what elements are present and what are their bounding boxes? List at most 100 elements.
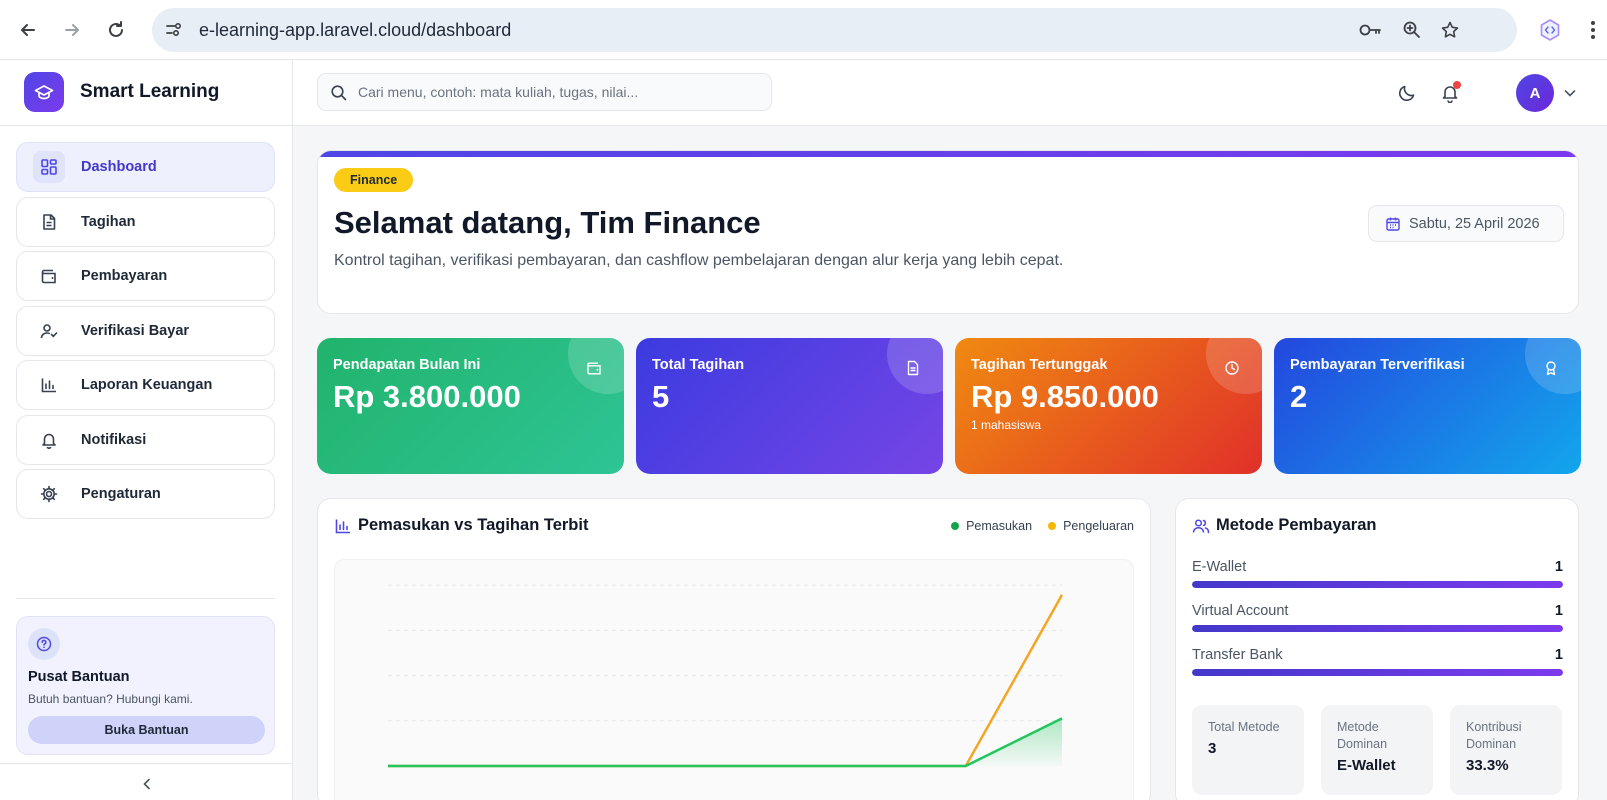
document-icon — [903, 358, 923, 378]
summary-value: 3 — [1208, 740, 1217, 757]
user-check-icon — [33, 315, 65, 347]
award-icon — [1541, 358, 1561, 378]
legend-dot — [1048, 522, 1057, 530]
wallet-icon — [33, 260, 65, 292]
brand[interactable]: Smart Learning — [24, 72, 219, 112]
chart-plot-area — [334, 559, 1134, 800]
avatar[interactable]: A — [1516, 74, 1554, 112]
forward-icon[interactable] — [56, 14, 88, 46]
sidebar-item-label: Pengaturan — [81, 486, 161, 502]
method-progress-track — [1192, 581, 1563, 588]
method-progress-fill — [1192, 669, 1563, 676]
welcome-subtitle: Kontrol tagihan, verifikasi pembayaran, … — [334, 252, 1064, 269]
browser-menu-icon[interactable] — [1585, 14, 1601, 46]
current-date: Sabtu, 25 April 2026 — [1409, 215, 1540, 232]
notification-bell-icon[interactable] — [1437, 80, 1463, 106]
stat-label: Pendapatan Bulan Ini — [333, 357, 481, 373]
welcome-card: Finance Selamat datang, Tim Finance Kont… — [317, 150, 1579, 314]
bookmark-star-icon[interactable] — [1438, 18, 1462, 42]
method-progress-fill — [1192, 581, 1563, 588]
legend-item-pemasukan[interactable]: Pemasukan — [951, 519, 1032, 533]
stat-label: Pembayaran Terverifikasi — [1290, 357, 1465, 373]
stat-label: Total Tagihan — [652, 357, 745, 373]
method-name: Transfer Bank — [1192, 647, 1283, 663]
chevron-down-icon[interactable] — [1561, 84, 1579, 102]
legend-label: Pengeluaran — [1063, 519, 1134, 533]
sidebar-item-laporan-keuangan[interactable]: Laporan Keuangan — [16, 360, 275, 410]
search-box — [317, 73, 772, 111]
browser-toolbar: e-learning-app.laravel.cloud/dashboard — [0, 0, 1607, 60]
legend-dot — [951, 522, 960, 530]
stat-value: Rp 9.850.000 — [971, 379, 1159, 414]
zoom-icon[interactable] — [1400, 18, 1424, 42]
sidebar-item-label: Verifikasi Bayar — [81, 322, 190, 339]
notification-dot — [1453, 81, 1461, 89]
site-settings-icon[interactable] — [162, 18, 186, 42]
payment-methods-card: Metode Pembayaran E-Wallet 1 Virtual Acc… — [1175, 498, 1579, 800]
methods-title: Metode Pembayaran — [1216, 516, 1377, 534]
summary-value: 33.3% — [1466, 757, 1509, 774]
stat-card-pembayaran-terverifikasi: Pembayaran Terverifikasi 2 — [1274, 338, 1581, 474]
bell-icon — [33, 424, 65, 456]
line-chart — [388, 584, 1064, 768]
stat-value: 5 — [652, 379, 670, 414]
password-key-icon[interactable] — [1358, 18, 1382, 42]
brand-name: Smart Learning — [80, 81, 220, 102]
help-title: Pusat Bantuan — [28, 669, 130, 685]
open-help-button[interactable]: Buka Bantuan — [28, 716, 265, 744]
series-area-pemasukan — [388, 718, 1062, 766]
sidebar-item-pembayaran[interactable]: Pembayaran — [16, 251, 275, 301]
question-circle-icon — [28, 628, 60, 660]
collapse-sidebar-chevron-left-icon[interactable] — [135, 772, 159, 796]
stat-value: 2 — [1290, 379, 1308, 414]
summary-card-total-metode: Total Metode 3 — [1192, 705, 1304, 795]
summary-label: Metode Dominan — [1337, 720, 1388, 751]
address-bar[interactable]: e-learning-app.laravel.cloud/dashboard — [152, 8, 1517, 52]
date-badge: Sabtu, 25 April 2026 — [1368, 205, 1564, 242]
stat-card-pendapatan: Pendapatan Bulan Ini Rp 3.800.000 — [317, 338, 624, 474]
top-header: A — [293, 60, 1607, 126]
summary-label: Total Metode — [1208, 720, 1280, 734]
legend-item-pengeluaran[interactable]: Pengeluaran — [1048, 519, 1134, 533]
summary-card-metode-dominan: Metode Dominan E-Wallet — [1321, 705, 1433, 795]
chart-title: Pemasukan vs Tagihan Terbit — [358, 516, 589, 534]
chart-legend: Pemasukan Pengeluaran — [935, 519, 1134, 533]
users-icon — [1192, 519, 1210, 534]
sidebar-item-notifikasi[interactable]: Notifikasi — [16, 414, 275, 465]
sidebar-item-label: Notifikasi — [81, 431, 147, 448]
calendar-icon — [1386, 217, 1400, 231]
wallet-icon — [584, 358, 604, 378]
back-icon[interactable] — [12, 14, 44, 46]
summary-card-kontribusi-dominan: Kontribusi Dominan 33.3% — [1450, 705, 1562, 795]
sidebar-divider — [0, 125, 293, 126]
extension-icon[interactable] — [1534, 14, 1566, 46]
bar-chart-icon — [33, 369, 65, 401]
search-icon — [331, 85, 347, 101]
method-progress-fill — [1192, 625, 1563, 632]
gear-icon — [33, 478, 65, 510]
stat-note: 1 mahasiswa — [971, 418, 1042, 432]
stat-label: Tagihan Tertunggak — [971, 357, 1108, 373]
search-input[interactable] — [358, 74, 763, 110]
summary-label: Kontribusi Dominan — [1466, 720, 1522, 751]
sidebar-item-verifikasi-bayar[interactable]: Verifikasi Bayar — [16, 305, 275, 356]
dark-mode-moon-icon[interactable] — [1394, 80, 1420, 106]
url-text[interactable]: e-learning-app.laravel.cloud/dashboard — [199, 20, 511, 41]
method-progress-track — [1192, 669, 1563, 676]
stat-card-tagihan-tertunggak: Tagihan Tertunggak Rp 9.850.000 1 mahasi… — [955, 338, 1262, 474]
sidebar-item-dashboard[interactable]: Dashboard — [16, 142, 275, 192]
reload-icon[interactable] — [100, 14, 132, 46]
page-title: Selamat datang, Tim Finance — [334, 205, 761, 240]
sidebar-divider — [16, 598, 275, 599]
stat-value: Rp 3.800.000 — [333, 379, 521, 414]
sidebar-item-label: Laporan Keuangan — [81, 377, 213, 393]
series-line-pemasukan — [388, 717, 1063, 768]
grid-icon — [33, 151, 65, 183]
role-badge: Finance — [334, 168, 414, 192]
sidebar-item-tagihan[interactable]: Tagihan — [16, 196, 275, 247]
sidebar: Smart Learning Dashboard Tagihan Pembaya… — [0, 60, 293, 800]
method-name: Virtual Account — [1192, 603, 1289, 619]
clock-icon — [1222, 358, 1242, 378]
series-line-pengeluaran — [388, 594, 1064, 768]
sidebar-item-pengaturan[interactable]: Pengaturan — [16, 469, 275, 519]
